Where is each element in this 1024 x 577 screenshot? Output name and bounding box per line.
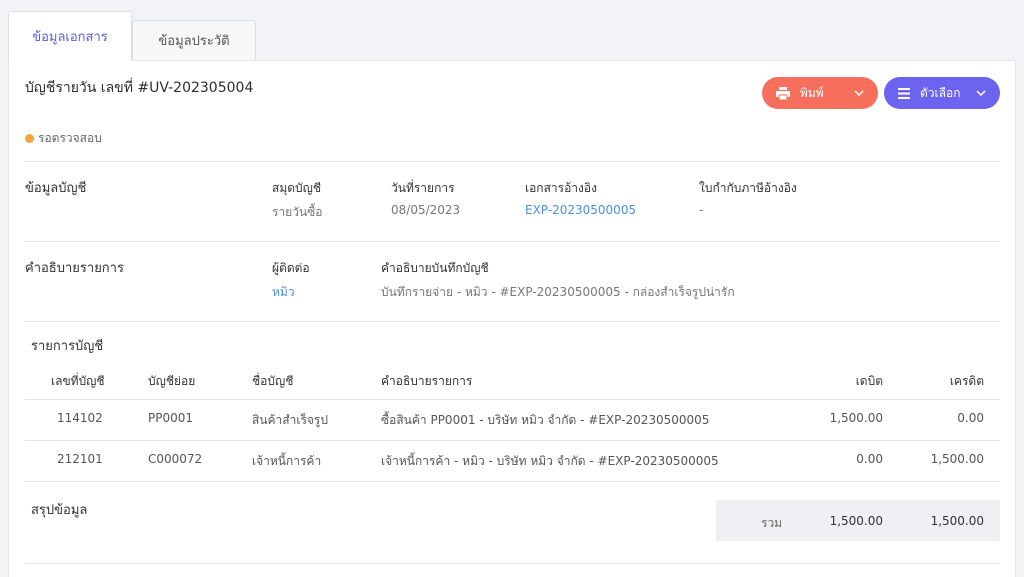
contact-label: ผู้ติดต่อ [272, 261, 310, 275]
divider [25, 440, 1000, 441]
status-dot [25, 134, 34, 143]
transaction-date-label: วันที่รายการ [391, 181, 455, 195]
menu-icon [898, 87, 910, 99]
account-number: 114102 [57, 411, 103, 425]
divider [25, 241, 1000, 242]
journal-note-value: บันทึกรายจ่าย - หมิว - #EXP-20230500005 … [381, 285, 735, 299]
divider [25, 321, 1000, 322]
divider [25, 399, 1000, 400]
column-header: บัญชีย่อย [148, 374, 196, 388]
account-number: 212101 [57, 452, 103, 466]
summary-title: สรุปข้อมูล [31, 503, 88, 518]
column-header: คำอธิบายรายการ [381, 374, 473, 388]
page-title: บัญชีรายวัน เลขที่ #UV-202305004 [25, 80, 254, 96]
total-credit: 1,500.00 [930, 514, 984, 528]
account-name: สินค้าสำเร็จรูป [252, 413, 328, 427]
contact-link[interactable]: หมิว [272, 283, 310, 302]
debit-amount: 0.00 [856, 452, 883, 466]
tab-document-info[interactable]: ข้อมูลเอกสาร [8, 11, 132, 61]
contact-field: ผู้ติดต่อ หมิว [272, 259, 310, 302]
tab-history[interactable]: ข้อมูลประวัติ [132, 20, 256, 60]
chevron-down-icon [976, 90, 986, 96]
entry-description: เจ้าหนี้การค้า - หมิว - บริษัท หมิว จำกั… [381, 454, 719, 468]
document-card: บัญชีรายวัน เลขที่ #UV-202305004 พิมพ์ ต… [8, 60, 1016, 577]
chevron-down-icon [854, 90, 864, 96]
entry-description: ซื้อสินค้า PP0001 - บริษัท หมิว จำกัด - … [381, 413, 710, 427]
total-debit: 1,500.00 [829, 514, 883, 528]
transaction-date-value: 08/05/2023 [391, 203, 461, 217]
options-button[interactable]: ตัวเลือก [884, 77, 1000, 109]
journal-note-label: คำอธิบายบันทึกบัญชี [381, 261, 489, 275]
journal-note-field: คำอธิบายบันทึกบัญชี บันทึกรายจ่าย - หมิว… [381, 259, 735, 302]
reference-document-label: เอกสารอ้างอิง [525, 181, 597, 195]
column-header: เดบิต [855, 374, 883, 388]
print-button[interactable]: พิมพ์ [762, 77, 878, 109]
column-header: เลขที่บัญชี [51, 374, 105, 388]
credit-amount: 1,500.00 [930, 452, 984, 466]
column-header: เครดิต [949, 374, 984, 388]
column-header: ชื่อบัญชี [252, 374, 294, 388]
transaction-date-field: วันที่รายการ 08/05/2023 [391, 179, 460, 217]
divider [25, 481, 1000, 482]
divider [25, 161, 1000, 162]
print-label: พิมพ์ [800, 85, 824, 100]
entries-title: รายการบัญชี [31, 339, 104, 354]
status-badge: รอตรวจสอบ [25, 129, 102, 148]
account-book-value: รายวันซื้อ [272, 205, 323, 219]
debit-amount: 1,500.00 [829, 411, 883, 425]
sub-account: PP0001 [148, 411, 194, 425]
description-title: คำอธิบายรายการ [25, 261, 124, 276]
reference-document-link[interactable]: EXP-20230500005 [525, 203, 636, 217]
sub-account: C000072 [148, 452, 203, 466]
reference-document-field: เอกสารอ้างอิง EXP-20230500005 [525, 179, 636, 217]
tax-invoice-value: - [699, 203, 704, 217]
divider [25, 563, 1000, 564]
total-label: รวม [761, 516, 783, 530]
account-book-label: สมุดบัญชี [272, 181, 322, 195]
account-info-title: ข้อมูลบัญชี [25, 181, 87, 196]
options-label: ตัวเลือก [920, 85, 961, 100]
credit-amount: 0.00 [957, 411, 984, 425]
account-name: เจ้าหนี้การค้า [252, 454, 322, 468]
tax-invoice-label: ใบกำกับภาษีอ้างอิง [699, 181, 797, 195]
status-label: รอตรวจสอบ [38, 131, 102, 145]
tax-invoice-field: ใบกำกับภาษีอ้างอิง - [699, 179, 797, 217]
printer-icon [776, 86, 790, 100]
account-book-field: สมุดบัญชี รายวันซื้อ [272, 179, 323, 222]
